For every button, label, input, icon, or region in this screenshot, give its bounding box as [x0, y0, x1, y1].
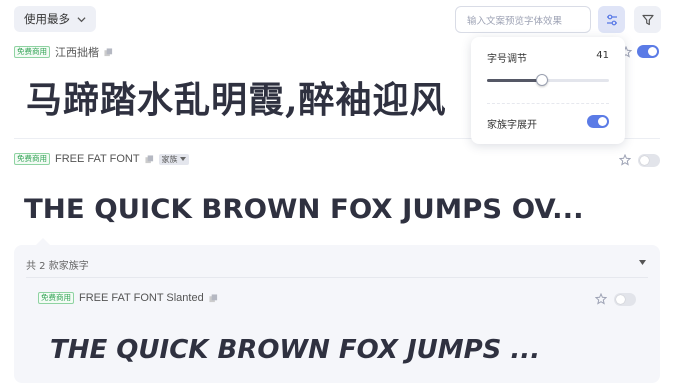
font-name[interactable]: FREE FAT FONT [55, 153, 140, 165]
font-name[interactable]: FREE FAT FONT Slanted [79, 292, 204, 304]
font-enable-toggle[interactable] [614, 293, 636, 306]
copy-icon[interactable] [144, 154, 154, 164]
family-font-row-header: 免费商用 FREE FAT FONT Slanted [38, 292, 218, 304]
collapse-icon[interactable] [639, 260, 646, 265]
font-preview-text: 马蹄踏水乱明霞,醉袖迎风 [26, 79, 447, 121]
free-commercial-badge: 免费商用 [14, 153, 50, 165]
slider-handle[interactable] [535, 74, 548, 86]
font-row-header: 免费商用 江西拙楷 [14, 44, 113, 60]
slider-fill [487, 79, 542, 82]
sliders-icon [606, 14, 617, 25]
free-commercial-badge: 免费商用 [38, 292, 74, 304]
font-size-slider[interactable] [487, 74, 609, 86]
star-icon[interactable] [619, 154, 631, 166]
search-input[interactable]: 输入文案预览字体效果 [455, 6, 591, 33]
search-placeholder: 输入文案预览字体效果 [467, 15, 563, 27]
sort-dropdown[interactable]: 使用最多 [14, 6, 96, 32]
font-name[interactable]: 江西拙楷 [55, 44, 99, 60]
font-size-label: 字号调节 [487, 54, 527, 65]
caret-down-icon [179, 156, 186, 161]
panel-divider [26, 277, 648, 278]
font-enable-toggle[interactable] [637, 45, 659, 58]
copy-icon[interactable] [209, 293, 218, 303]
family-expand-toggle[interactable] [587, 115, 609, 128]
chevron-down-icon [77, 16, 86, 22]
family-count: 共 2 款家族字 [26, 261, 89, 272]
font-row-header: 免费商用 FREE FAT FONT 家族 [14, 153, 189, 165]
copy-icon[interactable] [104, 47, 113, 57]
font-size-value: 41 [596, 50, 609, 61]
family-expand-label: 家族字展开 [487, 120, 537, 131]
star-icon[interactable] [595, 293, 607, 305]
free-commercial-badge: 免费商用 [14, 46, 50, 58]
font-enable-toggle[interactable] [638, 154, 660, 167]
filter-button[interactable] [634, 6, 661, 33]
font-preview-text: THE QUICK BROWN FOX JUMPS OV... [24, 194, 584, 225]
settings-popover: 字号调节 41 家族字展开 [471, 37, 625, 144]
popover-divider [487, 103, 609, 104]
filter-icon [641, 14, 654, 25]
family-tag-label: 家族 [161, 154, 178, 164]
settings-button[interactable] [598, 6, 625, 33]
font-preview-text: THE QUICK BROWN FOX JUMPS ... [50, 335, 541, 365]
sort-label: 使用最多 [24, 12, 70, 26]
panel-pointer [36, 238, 50, 245]
family-tag[interactable]: 家族 [158, 153, 189, 165]
